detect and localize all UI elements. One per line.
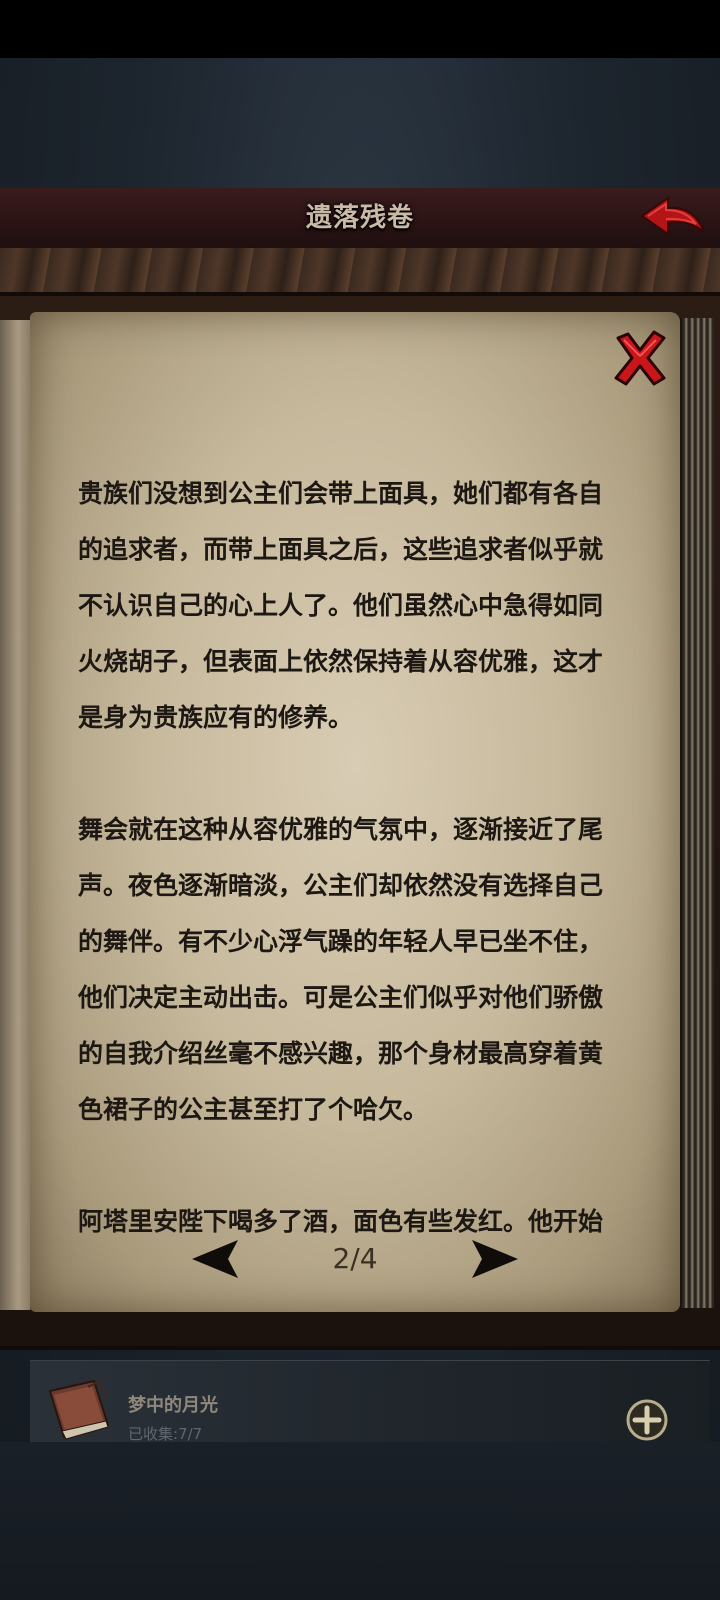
prev-page-button[interactable] — [190, 1236, 240, 1282]
add-button[interactable] — [626, 1399, 668, 1441]
next-page-button[interactable] — [470, 1236, 520, 1282]
collection-progress: 已收集:7/7 — [128, 1425, 203, 1443]
bottom-area — [0, 1442, 720, 1600]
pager: 2/4 — [190, 1236, 520, 1286]
right-arrow-icon — [472, 1240, 518, 1278]
story-text: 贵族们没想到公主们会带上面具，她们都有各自的追求者，而带上面具之后，这些追求者似… — [78, 466, 618, 1256]
back-arrow-icon — [640, 196, 705, 236]
page-indicator: 2/4 — [332, 1242, 378, 1275]
back-button[interactable] — [638, 194, 708, 240]
header-bar: 遗落残卷 — [0, 188, 720, 250]
book-icon — [44, 1373, 116, 1443]
story-paragraph: 舞会就在这种从容优雅的气氛中，逐渐接近了尾声。夜色逐渐暗淡，公主们却依然没有选择… — [78, 815, 604, 1124]
page-stack-edge — [680, 318, 714, 1308]
story-paragraph: 贵族们没想到公主们会带上面具，她们都有各自的追求者，而带上面具之后，这些追求者似… — [78, 479, 604, 732]
left-page-edge — [0, 320, 32, 1310]
status-bar-area — [0, 0, 720, 58]
page-title: 遗落残卷 — [305, 203, 414, 233]
close-x-icon — [614, 330, 666, 386]
collection-item[interactable]: 梦中的月光 已收集:7/7 — [30, 1360, 710, 1443]
close-button[interactable] — [610, 328, 670, 388]
left-arrow-icon — [192, 1240, 238, 1278]
collection-title: 梦中的月光 — [128, 1395, 218, 1416]
plus-icon — [626, 1399, 668, 1441]
